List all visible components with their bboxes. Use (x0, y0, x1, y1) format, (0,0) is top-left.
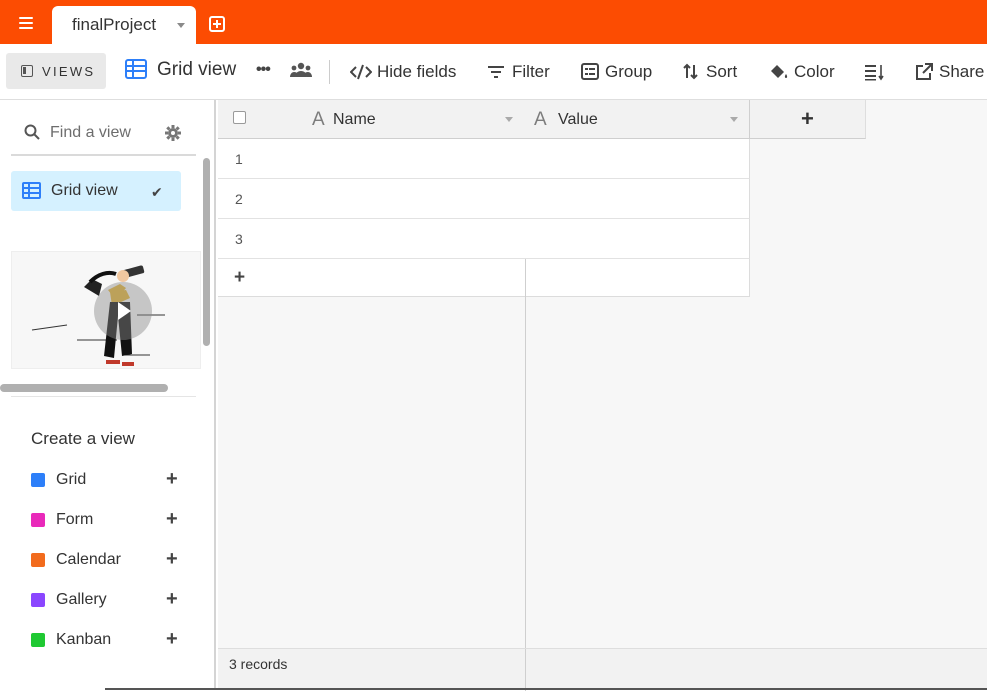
color-button[interactable]: Color (768, 61, 836, 83)
row-number: 1 (235, 151, 243, 167)
table-row[interactable]: 1 (218, 139, 526, 179)
create-gallery-view-button[interactable]: Gallery + (28, 588, 188, 613)
hide-fields-label: Hide fields (377, 62, 457, 81)
person-with-binoculars-illustration (31, 265, 165, 366)
create-grid-label: Grid (56, 471, 87, 488)
record-count: 3 records (229, 656, 288, 672)
share-label: Share (939, 62, 985, 81)
plus-icon: + (166, 548, 178, 570)
sidebar-vertical-scrollbar[interactable] (203, 158, 210, 346)
search-icon (24, 124, 40, 140)
plus-icon: + (166, 588, 178, 610)
app-top-bar: finalProject (0, 0, 987, 44)
text-field-icon: A (312, 109, 325, 130)
create-view-heading: Create a view (31, 429, 135, 448)
search-divider (11, 154, 196, 156)
plus-icon: + (166, 628, 178, 650)
group-icon (581, 63, 599, 80)
views-toggle-button[interactable]: VIEWS (6, 53, 106, 89)
views-label: VIEWS (42, 64, 96, 79)
gallery-view-icon (31, 593, 45, 607)
sort-button[interactable]: Sort (682, 61, 740, 83)
group-button[interactable]: Group (581, 61, 653, 83)
row-height-button[interactable] (864, 61, 886, 83)
table-row[interactable]: 2 (218, 179, 526, 219)
checkmark-icon: ✔ (151, 184, 163, 200)
group-label: Group (605, 62, 653, 81)
views-sidebar: Grid view ✔ Create a view Grid + Form + (0, 100, 216, 690)
text-field-icon: A (534, 109, 547, 130)
form-view-icon (31, 513, 45, 527)
sort-icon (683, 63, 698, 80)
chevron-down-icon[interactable] (505, 117, 513, 122)
base-tab[interactable]: finalProject (52, 6, 196, 44)
share-button[interactable]: Share (915, 61, 987, 83)
filter-button[interactable]: Filter (487, 61, 553, 83)
row-number: 2 (235, 191, 243, 207)
create-form-view-button[interactable]: Form + (28, 508, 188, 533)
base-tab-title: finalProject (72, 15, 157, 34)
tutorial-video-thumbnail[interactable] (11, 251, 201, 369)
toolbar-divider (329, 60, 330, 84)
calendar-view-icon (31, 553, 45, 567)
create-kanban-label: Kanban (56, 631, 112, 648)
find-view-input[interactable] (50, 122, 158, 144)
value-cell[interactable] (526, 139, 750, 179)
field-label-value: Value (558, 111, 598, 128)
create-form-label: Form (56, 511, 94, 528)
field-header-name[interactable]: A Name (218, 100, 526, 139)
sidebar-view-label: Grid view (51, 182, 118, 199)
sidebar-horizontal-scrollbar[interactable] (0, 384, 168, 392)
value-cell[interactable] (526, 179, 750, 219)
hamburger-menu-icon[interactable] (13, 14, 41, 34)
grid-footer: 3 records (218, 648, 987, 691)
field-label-name: Name (333, 111, 376, 128)
chevron-down-icon[interactable] (177, 23, 185, 28)
chevron-down-icon[interactable] (730, 117, 738, 122)
more-options-icon[interactable]: ••• (256, 61, 271, 79)
add-field-button[interactable]: + (750, 100, 866, 139)
current-view-name[interactable]: Grid view (157, 59, 236, 81)
add-record-button[interactable]: + (218, 259, 750, 297)
create-calendar-label: Calendar (56, 551, 121, 568)
sidebar-view-grid-view[interactable]: Grid view ✔ (11, 171, 181, 211)
field-header-value[interactable]: A Value (526, 100, 750, 139)
grid-view-icon (31, 473, 45, 487)
gear-icon[interactable] (165, 125, 181, 141)
select-all-checkbox[interactable] (233, 111, 246, 124)
plus-icon: + (166, 468, 178, 490)
collaborators-icon[interactable] (290, 62, 312, 78)
filter-label: Filter (512, 62, 550, 81)
plus-icon: + (234, 267, 246, 288)
section-divider (11, 396, 196, 397)
view-toolbar: VIEWS Grid view ••• Hide fields Filter G… (0, 44, 987, 100)
share-icon (916, 63, 933, 80)
hide-fields-icon (350, 64, 372, 80)
sidebar-icon (21, 65, 33, 77)
create-kanban-view-button[interactable]: Kanban + (28, 628, 188, 653)
grid-view-icon (125, 59, 147, 79)
hide-fields-button[interactable]: Hide fields (350, 61, 462, 83)
create-grid-view-button[interactable]: Grid + (28, 468, 188, 493)
sort-label: Sort (706, 62, 738, 81)
color-bucket-icon (771, 65, 788, 78)
grid-area: A Name A Value + 1 2 3 + 3 records (218, 100, 987, 691)
create-gallery-label: Gallery (56, 591, 107, 608)
value-cell[interactable] (526, 219, 750, 259)
color-label: Color (794, 62, 835, 81)
filter-icon (488, 66, 504, 78)
table-row[interactable]: 3 (218, 219, 526, 259)
footer-divider (525, 649, 526, 691)
row-height-icon (865, 65, 884, 81)
grid-view-icon (22, 182, 41, 199)
plus-icon: + (166, 508, 178, 530)
kanban-view-icon (31, 633, 45, 647)
plus-icon: + (801, 106, 814, 131)
create-calendar-view-button[interactable]: Calendar + (28, 548, 188, 573)
row-number: 3 (235, 231, 243, 247)
add-tab-icon[interactable] (209, 16, 225, 32)
